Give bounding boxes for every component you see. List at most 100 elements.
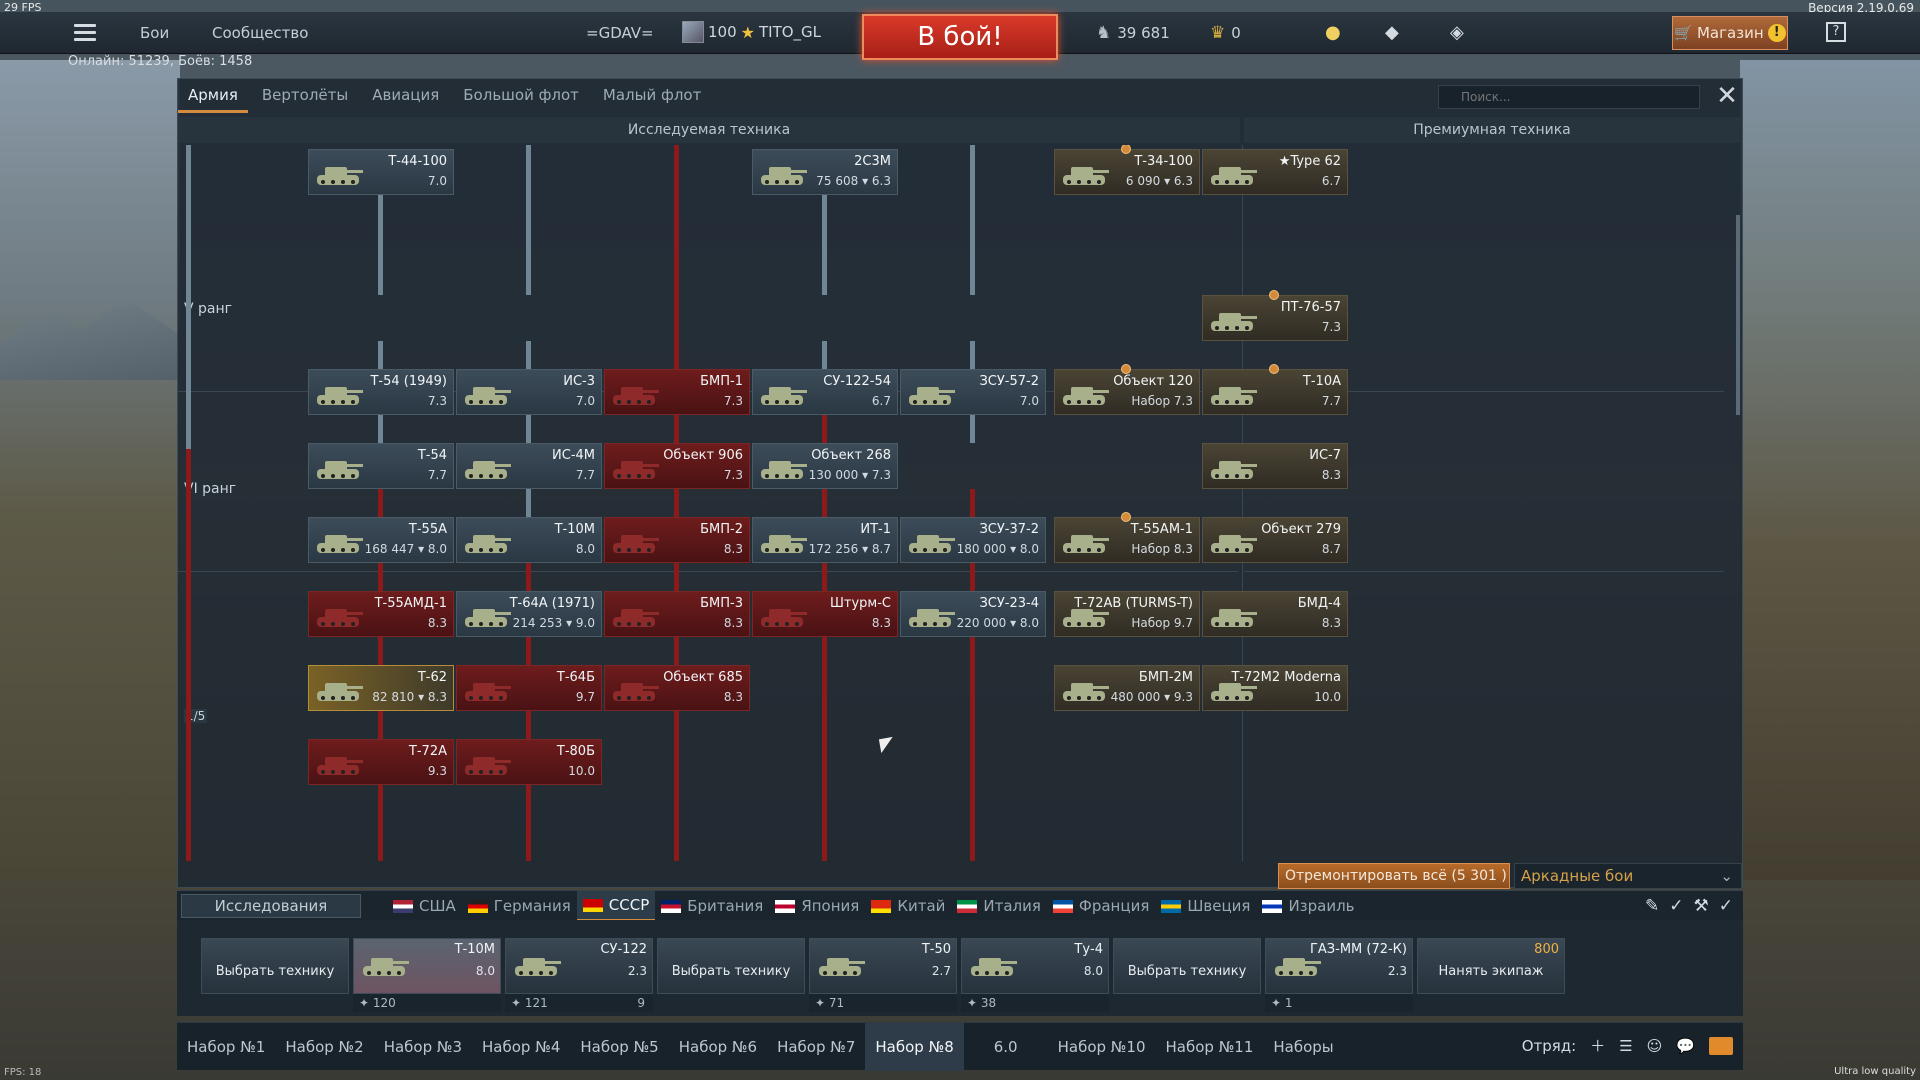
vehicle-card[interactable]: Т-72М2 Moderna 10.0 [1202,665,1348,711]
vehicle-card[interactable]: Т-64Б 9.7 [456,665,602,711]
nation-tab[interactable]: Франция [1047,891,1155,921]
vehicle-card[interactable]: ИС-3 7.0 [456,369,602,415]
plus-icon[interactable]: ＋ [1590,1035,1605,1056]
vehicle-card[interactable]: ИС-7 8.3 [1202,443,1348,489]
vehicle-card[interactable]: ★Type 62 6.7 [1202,149,1348,195]
contacts-icon[interactable]: ☺ [1647,1037,1663,1055]
vehicle-card[interactable]: Т-55АМ-1 Набор 8.3 [1054,512,1200,563]
nation-tab[interactable]: США [387,891,462,921]
vehicle-card[interactable]: ЗСУ-57-2 7.0 [900,369,1046,415]
vehicle-card[interactable]: Объект 268 130 000 ▾ 7.3 [752,443,898,489]
crew-slot[interactable]: Выбрать технику [657,938,805,1012]
preset-tab[interactable]: Набор №11 [1156,1023,1264,1071]
to-battle-button[interactable]: В бой! [862,14,1058,60]
crew-slot[interactable]: Выбрать технику [201,938,349,1012]
community-menu[interactable]: Сообщество [212,24,308,42]
vehicle-card[interactable]: БМП-1 7.3 [604,369,750,415]
nation-tab[interactable]: Германия [462,891,577,921]
golden-eagles[interactable]: ♛ 0 [1210,23,1241,43]
tab-bluewater-fleet[interactable]: Большой флот [453,79,589,113]
vehicle-card[interactable]: ПТ-76-57 7.3 [1202,290,1348,341]
coupon-icon[interactable]: ◈ [1450,22,1464,43]
crew-slot[interactable]: Ту-4 8.0 ✦ 38 [961,938,1109,1012]
vehicle-card[interactable]: Т-55А 168 447 ▾ 8.0 [308,517,454,563]
vehicle-card[interactable]: Т-55АМД-1 8.3 [308,591,454,637]
wrench-icon[interactable]: ✎ [1645,896,1659,916]
game-mode-select[interactable]: Аркадные бои ⌄ [1514,863,1742,889]
preset-tab[interactable]: Набор №1 [177,1023,275,1071]
nation-tab[interactable]: Израиль [1256,891,1360,921]
preset-tab[interactable]: Набор №5 [570,1023,668,1071]
crew-slot[interactable]: Т-10М 8.0 ✦ 120 [353,938,501,1012]
vehicle-card[interactable]: ИТ-1 172 256 ▾ 8.7 [752,517,898,563]
vehicle-card[interactable]: Т-54 (1949) 7.3 [308,369,454,415]
crew-slot[interactable]: Выбрать технику [1113,938,1261,1012]
crew-slot[interactable]: Нанять экипаж 800 [1417,938,1565,1012]
help-button[interactable]: ? [1826,22,1846,42]
nation-tab[interactable]: Швеция [1155,891,1256,921]
vehicle-card[interactable]: Т-64А (1971) 214 253 ▾ 9.0 [456,591,602,637]
vehicle-card[interactable]: БМП-3 8.3 [604,591,750,637]
vehicle-card[interactable]: Объект 279 8.7 [1202,517,1348,563]
vehicle-card[interactable]: БМП-2 8.3 [604,517,750,563]
nation-tab[interactable]: СССР [576,891,656,921]
preset-tab[interactable]: Набор №8 [865,1022,964,1071]
repair-all-button[interactable]: Отремонтировать всё (5 301 ) [1278,863,1510,889]
mail-icon[interactable] [1709,1036,1733,1055]
vehicle-card[interactable]: ЗСУ-37-2 180 000 ▾ 8.0 [900,517,1046,563]
vehicle-card[interactable]: Т-72А 9.3 [308,739,454,785]
diamond-icon[interactable]: ◆ [1385,22,1399,43]
vehicle-card[interactable]: 2С3М 75 608 ▾ 6.3 [752,149,898,195]
vehicle-card[interactable]: БМД-4 8.3 [1202,591,1348,637]
close-icon[interactable]: ✕ [1713,83,1741,111]
squadron-tag[interactable]: =GDAV= [586,24,654,42]
vehicle-card[interactable]: Т-80Б 10.0 [456,739,602,785]
crew-slot[interactable]: Т-50 2.7 ✦ 71 [809,938,957,1012]
preset-tab[interactable]: Набор №3 [374,1023,472,1071]
check-icon[interactable]: ✓ [1719,896,1733,916]
preset-tab[interactable]: Набор №6 [669,1023,767,1071]
vehicle-card[interactable]: Объект 120 Набор 7.3 [1054,364,1200,415]
silver-lions[interactable]: ♞ 39 681 [1096,23,1170,43]
vehicle-card[interactable]: Объект 685 8.3 [604,665,750,711]
nation-tab[interactable]: Британия [655,891,769,921]
preset-tab[interactable]: 6.0 [964,1023,1048,1071]
vehicle-card[interactable]: Т-72АВ (TURMS-T) Набор 9.7 [1054,591,1200,637]
shop-button[interactable]: 🛒 Магазин ! [1672,16,1788,50]
vehicle-card[interactable]: БМП-2М 480 000 ▾ 9.3 [1054,665,1200,711]
vehicle-card[interactable]: Т-44-100 7.0 [308,149,454,195]
lightbulb-icon[interactable]: ● [1325,22,1341,43]
tab-helicopters[interactable]: Вертолёты [252,79,358,113]
vehicle-card[interactable]: СУ-122-54 6.7 [752,369,898,415]
vehicle-card[interactable]: Объект 906 7.3 [604,443,750,489]
search-input[interactable] [1438,85,1700,109]
research-toggle[interactable]: Исследования [181,894,361,918]
vehicle-card[interactable]: ЗСУ-23-4 220 000 ▾ 8.0 [900,591,1046,637]
player-profile[interactable]: 100 ★ TITO_GL [682,21,821,43]
vehicle-card[interactable]: Т-10А 7.7 [1202,364,1348,415]
vehicle-card[interactable]: ИС-4М 7.7 [456,443,602,489]
preset-tab[interactable]: Набор №7 [767,1023,865,1071]
chat-icon[interactable]: 💬 [1676,1037,1695,1055]
vehicle-card[interactable]: Т-62 82 810 ▾ 8.3 [308,665,454,711]
scrollbar[interactable] [1736,215,1740,415]
vehicle-card[interactable]: Штурм-С 8.3 [752,591,898,637]
presets-button[interactable]: Наборы [1263,1023,1343,1071]
vehicle-card[interactable]: Т-10М 8.0 [456,517,602,563]
vehicle-card[interactable]: Т-54 7.7 [308,443,454,489]
repair-icon[interactable]: ⚒ [1694,896,1709,916]
nation-tab[interactable]: Италия [951,891,1047,921]
crew-slot[interactable]: ГАЗ-ММ (72-К) 2.3 ✦ 1 [1265,938,1413,1012]
list-icon[interactable]: ☰ [1619,1037,1632,1055]
tab-aviation[interactable]: Авиация [362,79,449,113]
battles-menu[interactable]: Бои [140,24,169,42]
nation-tab[interactable]: Япония [769,891,865,921]
tab-coastal-fleet[interactable]: Малый флот [593,79,711,113]
preset-tab[interactable]: Набор №2 [275,1023,373,1071]
menu-icon[interactable] [74,24,96,42]
preset-tab[interactable]: Набор №10 [1048,1023,1156,1071]
tab-army[interactable]: Армия [178,79,248,113]
crew-slot[interactable]: СУ-122 2.3 ✦ 121 9 [505,938,653,1012]
preset-tab[interactable]: Набор №4 [472,1023,570,1071]
nation-tab[interactable]: Китай [865,891,951,921]
